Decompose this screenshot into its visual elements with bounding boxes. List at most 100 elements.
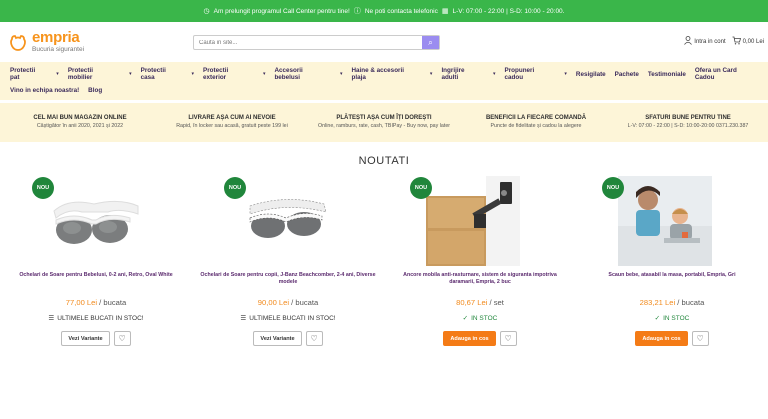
nav-item[interactable]: Ingrijire adulti — [441, 67, 483, 81]
chevron-down-icon: ▾ — [262, 71, 266, 77]
favorite-button[interactable]: ♡ — [305, 331, 323, 346]
check-icon: ✓ — [462, 315, 469, 322]
product-card: NOU Scaun bebe, atasabil la masa, portab… — [576, 176, 768, 356]
nav-item[interactable]: Pachete — [615, 71, 639, 78]
benefit-item: CEL MAI BUN MAGAZIN ONLINE Câștigător în … — [10, 115, 150, 130]
calendar-icon: ▦ — [441, 8, 449, 15]
price-value: 80,67 Lei — [456, 298, 488, 307]
stock-status: ☰ ULTIMELE BUCATI IN STOC! — [192, 314, 384, 323]
benefit-title: PLĂTEȘTI AȘA CUM ÎȚI DOREȘTI — [336, 115, 432, 121]
benefit-item: BENEFICII LA FIECARE COMANDĂ Puncte de fi… — [466, 115, 606, 130]
cart-link[interactable]: 0,00 Lei — [732, 36, 764, 47]
logo-icon — [8, 32, 28, 52]
check-icon: ✓ — [654, 315, 661, 322]
new-badge: NOU — [410, 177, 432, 199]
favorite-button[interactable]: ♡ — [691, 331, 709, 346]
stock-status: ✓ IN STOC — [384, 314, 576, 323]
main-nav: Protectii pat ▾ Protectii mobilier ▾ Protect… — [0, 62, 768, 100]
stock-text: ULTIMELE BUCATI IN STOC! — [249, 314, 336, 322]
chevron-down-icon: ▾ — [339, 71, 343, 77]
cart-icon — [732, 36, 741, 47]
stock-list-icon: ☰ — [240, 315, 247, 322]
nav-item[interactable]: Ofera un Card Cadou — [695, 67, 758, 81]
nav-item[interactable]: Protectii mobilier — [68, 67, 119, 81]
benefits-strip: CEL MAI BUN MAGAZIN ONLINE Câștigător în … — [0, 102, 768, 142]
nav-item[interactable]: Accesorii bebelusi — [274, 67, 330, 81]
add-to-cart-button[interactable]: Adauga in cos — [635, 331, 688, 346]
search-input[interactable] — [194, 36, 422, 49]
price-unit: / bucata — [291, 298, 319, 307]
heart-icon: ♡ — [504, 334, 512, 343]
logo-name: empria — [32, 28, 80, 46]
product-name[interactable]: Ancore mobila anti-rasturnare, sistem de… — [392, 272, 568, 286]
nav-primary-row: Protectii pat ▾ Protectii mobilier ▾ Protect… — [10, 66, 758, 82]
nav-item[interactable]: Resigilate — [576, 71, 606, 78]
account-link[interactable]: Intra in cont — [684, 36, 726, 47]
benefit-subtitle: Rapid, în locker sau acasă, gratuit pest… — [176, 123, 288, 129]
favorite-button[interactable]: ♡ — [113, 331, 131, 346]
price-unit: / bucata — [677, 298, 705, 307]
nav-item[interactable]: Protectii pat — [10, 67, 46, 81]
product-price: 90,00 Lei / bucata — [192, 298, 384, 307]
product-name[interactable]: Ochelari de Soare pentru copii, J-Banz B… — [200, 272, 376, 286]
favorite-button[interactable]: ♡ — [499, 331, 517, 346]
stock-status: ✓ IN STOC — [576, 314, 768, 323]
announcement-bar: ◷ Am prelungit programul Call Center pen… — [0, 0, 768, 22]
product-name[interactable]: Ochelari de Soare pentru Bebelusi, 0-2 a… — [8, 272, 184, 279]
nav-item[interactable]: Propuneri cadou — [505, 67, 555, 81]
site-header: empria Bucuria sigurantei ⌕ Intra in con… — [0, 22, 768, 62]
cart-total: 0,00 Lei — [742, 38, 764, 45]
new-badge: NOU — [602, 177, 624, 199]
price-unit: / bucata — [99, 298, 127, 307]
nav-item[interactable]: Testimoniale — [648, 71, 686, 78]
chevron-down-icon: ▾ — [564, 71, 567, 77]
site-logo[interactable]: empria Bucuria sigurantei — [8, 28, 188, 54]
section-title: NOUTATI — [358, 155, 410, 167]
product-image[interactable] — [48, 176, 142, 266]
product-image[interactable] — [240, 176, 334, 266]
search-box: ⌕ — [193, 35, 440, 50]
benefit-subtitle: Câștigător în anii 2020, 2021 și 2022 — [36, 123, 124, 129]
benefit-title: CEL MAI BUN MAGAZIN ONLINE — [33, 115, 127, 121]
nav-item[interactable]: Vino in echipa noastra! — [10, 87, 79, 94]
price-value: 77,00 Lei — [65, 298, 98, 307]
heart-icon: ♡ — [696, 334, 704, 343]
nav-item[interactable]: Blog — [88, 87, 102, 94]
search-button[interactable]: ⌕ — [422, 36, 439, 49]
chevron-down-icon: ▾ — [56, 71, 59, 77]
nav-secondary-row: Vino in echipa noastra! Blog — [10, 82, 758, 98]
chevron-down-icon: ▾ — [429, 71, 433, 77]
product-image[interactable] — [618, 176, 712, 266]
add-to-cart-button[interactable]: Adauga in cos — [443, 331, 496, 346]
new-badge: NOU — [32, 177, 54, 199]
stock-text: IN STOC — [663, 314, 690, 322]
benefit-title: LIVRARE AȘA CUM AI NEVOIE — [188, 115, 276, 121]
view-variants-button[interactable]: Vezi Variante — [253, 331, 302, 346]
product-name[interactable]: Scaun bebe, atasabil la masa, portabil, … — [584, 272, 760, 279]
benefit-subtitle: L-V: 07:00 - 22:00 | S-D: 10:00-20:00 03… — [627, 123, 749, 129]
nav-item[interactable]: Haine & accesorii plaja — [351, 67, 419, 81]
view-variants-button[interactable]: Vezi Variante — [61, 331, 110, 346]
benefit-title: SFATURI BUNE PENTRU TINE — [645, 115, 731, 121]
benefit-subtitle: Online, ramburs, rate, cash, TBIPay - Bu… — [317, 123, 451, 129]
nav-item[interactable]: Protectii exterior — [203, 67, 253, 81]
heart-icon: ♡ — [118, 334, 126, 343]
product-card: NOU Ancore mobila anti-rasturnare, siste… — [384, 176, 576, 356]
price-value: 90,00 Lei — [257, 298, 290, 307]
search-icon: ⌕ — [428, 37, 433, 47]
stock-text: ULTIMELE BUCATI IN STOC! — [57, 314, 144, 322]
benefit-subtitle: Puncte de fidelitate și cadou la alegere — [490, 123, 582, 129]
benefit-item: LIVRARE AȘA CUM AI NEVOIE Rapid, în locke… — [162, 115, 302, 130]
clock-icon: ◷ — [203, 8, 210, 15]
product-image[interactable] — [426, 176, 520, 266]
product-grid: NOU Ochelari de Soare pentru Bebelusi, 0… — [0, 176, 768, 356]
price-value: 283,21 Lei — [639, 298, 676, 307]
stock-text: IN STOC — [471, 314, 498, 322]
nav-item[interactable]: Protectii casa — [141, 67, 182, 81]
info-icon: ⓘ — [353, 8, 361, 15]
chevron-down-icon: ▾ — [191, 71, 195, 77]
heart-icon: ♡ — [310, 334, 318, 343]
benefit-item: PLĂTEȘTI AȘA CUM ÎȚI DOREȘTI Online, ramb… — [314, 115, 454, 130]
account-label: Intra in cont — [694, 38, 726, 45]
price-unit: / set — [489, 298, 504, 307]
